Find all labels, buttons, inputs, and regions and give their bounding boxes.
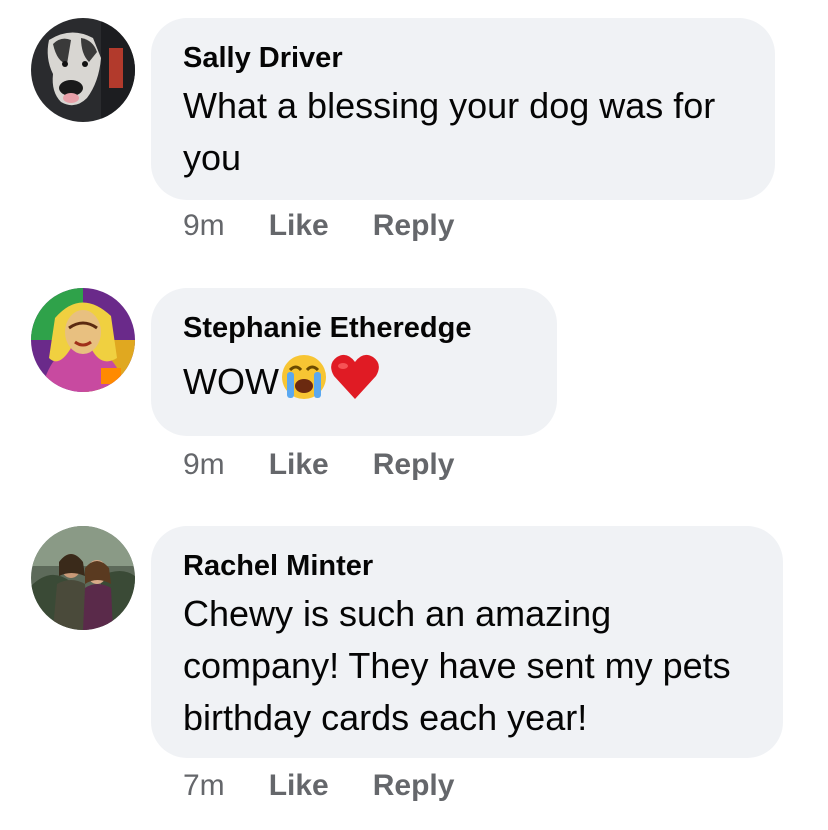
red-heart-emoji-icon: [329, 352, 381, 416]
person-avatar-image: [31, 288, 135, 392]
reply-button[interactable]: Reply: [373, 208, 455, 244]
comment-author[interactable]: Stephanie Etheredge: [183, 310, 527, 346]
like-button[interactable]: Like: [269, 768, 329, 804]
comment-actions: 9m Like Reply: [183, 447, 454, 483]
couple-avatar-image: [31, 526, 135, 630]
comment-timestamp[interactable]: 9m: [183, 447, 225, 483]
like-button[interactable]: Like: [269, 447, 329, 483]
comment-text: What a blessing your dog was for you: [183, 85, 716, 178]
avatar[interactable]: [31, 288, 135, 392]
comment-author[interactable]: Sally Driver: [183, 40, 745, 76]
comment-bubble: Stephanie Etheredge WOW: [151, 288, 557, 436]
crying-face-emoji-icon: [279, 352, 329, 416]
comment-actions: 9m Like Reply: [183, 208, 454, 244]
comment-text-row: WOW: [183, 352, 527, 416]
comment-text: WOW: [183, 361, 279, 402]
avatar[interactable]: [31, 18, 135, 122]
avatar[interactable]: [31, 526, 135, 630]
dog-avatar-image: [31, 18, 135, 122]
reply-button[interactable]: Reply: [373, 447, 455, 483]
reply-button[interactable]: Reply: [373, 768, 455, 804]
comment-timestamp[interactable]: 7m: [183, 768, 225, 804]
comment-actions: 7m Like Reply: [183, 768, 454, 804]
like-button[interactable]: Like: [269, 208, 329, 244]
comment-text: Chewy is such an amazing company! They h…: [183, 593, 731, 738]
comment-bubble: Sally Driver What a blessing your dog wa…: [151, 18, 775, 200]
comment-author[interactable]: Rachel Minter: [183, 548, 753, 584]
comment-bubble: Rachel Minter Chewy is such an amazing c…: [151, 526, 783, 758]
comment-timestamp[interactable]: 9m: [183, 208, 225, 244]
